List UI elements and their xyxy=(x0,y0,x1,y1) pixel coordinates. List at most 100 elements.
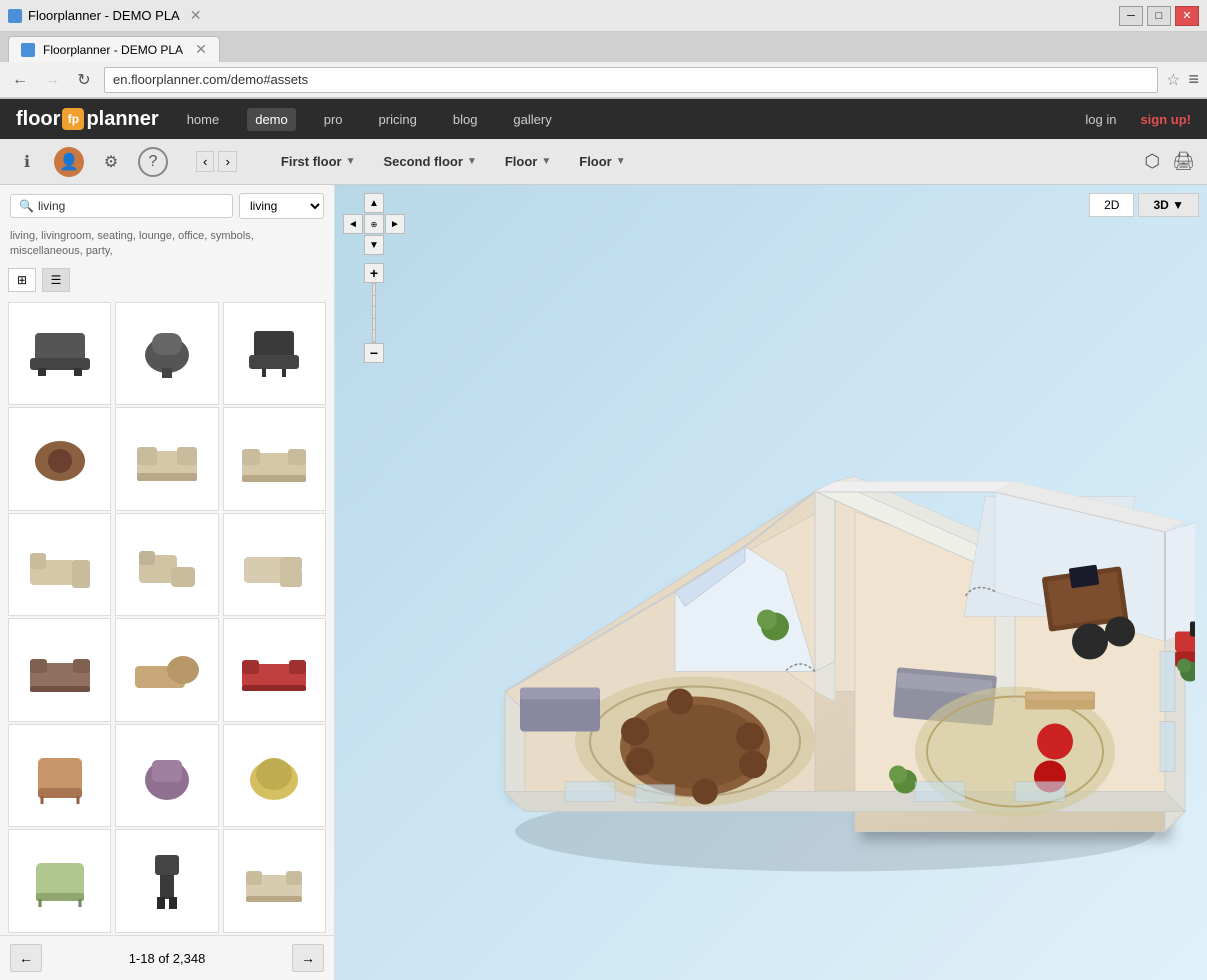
zoom-tick-4 xyxy=(373,319,375,331)
nav-empty-bl xyxy=(343,235,363,255)
zoom-control: + − xyxy=(364,263,384,363)
floor-tab-fourth[interactable]: Floor ▼ xyxy=(567,148,637,175)
canvas-area[interactable]: ▲ ◄ ⊕ ► ▼ + − xyxy=(335,185,1207,980)
floor-tab-first[interactable]: First floor ▼ xyxy=(269,148,368,175)
nav-empty-br xyxy=(385,235,405,255)
nav-down-btn[interactable]: ▼ xyxy=(364,235,384,255)
nav-pro[interactable]: pro xyxy=(316,108,351,131)
share-btn[interactable]: ⬡ xyxy=(1144,151,1160,172)
prev-page-btn[interactable]: ← xyxy=(10,944,42,972)
tags-row: living, livingroom, seating, lounge, off… xyxy=(0,227,334,268)
refresh-btn[interactable]: ↻ xyxy=(72,68,96,92)
logo-text-1: floor xyxy=(16,108,60,131)
back-btn[interactable]: ← xyxy=(8,68,32,92)
search-bar-container: 🔍 living bedroom kitchen bathroom office xyxy=(0,185,334,227)
item-4[interactable] xyxy=(8,407,111,510)
item-3[interactable] xyxy=(223,302,326,405)
item-17[interactable] xyxy=(115,829,218,932)
search-input[interactable] xyxy=(38,199,224,213)
app-nav: floor fp planner home demo pro pricing b… xyxy=(0,99,1207,139)
toolbar: ℹ 👤 ⚙ ? ‹ › First floor ▼ Second floor ▼… xyxy=(0,139,1207,185)
search-input-wrap: 🔍 xyxy=(10,194,233,218)
floor-tab-third[interactable]: Floor ▼ xyxy=(493,148,563,175)
floor-tab-fourth-label: Floor xyxy=(579,154,612,169)
item-7[interactable] xyxy=(8,513,111,616)
floor-tab-first-arrow: ▼ xyxy=(346,156,356,167)
browser-tab[interactable]: Floorplanner - DEMO PLA ✕ xyxy=(8,36,220,62)
item-14[interactable] xyxy=(115,724,218,827)
tab-title: Floorplanner - DEMO PLA xyxy=(28,8,180,23)
floor-tab-third-label: Floor xyxy=(505,154,538,169)
forward-btn[interactable]: → xyxy=(40,68,64,92)
prev-floor-btn[interactable]: ‹ xyxy=(196,151,214,172)
maximize-btn[interactable]: □ xyxy=(1147,6,1171,26)
floor-tab-second[interactable]: Second floor ▼ xyxy=(371,148,488,175)
grid-view-btn[interactable]: ⊞ xyxy=(8,268,36,292)
nav-pricing[interactable]: pricing xyxy=(371,108,425,131)
nav-home[interactable]: home xyxy=(179,108,228,131)
minimize-btn[interactable]: ─ xyxy=(1119,6,1143,26)
print-btn[interactable]: 🖨 xyxy=(1172,151,1195,172)
logo-text-2: planner xyxy=(86,108,158,131)
item-6[interactable] xyxy=(223,407,326,510)
tab-close[interactable]: ✕ xyxy=(195,41,207,58)
nav-center-btn[interactable]: ⊕ xyxy=(364,214,384,234)
nav-empty-tr xyxy=(385,193,405,213)
nav-up-btn[interactable]: ▲ xyxy=(364,193,384,213)
signup-link[interactable]: sign up! xyxy=(1140,112,1191,127)
zoom-out-btn[interactable]: − xyxy=(364,343,384,363)
app-logo: floor fp planner xyxy=(16,108,159,131)
main-layout: 🔍 living bedroom kitchen bathroom office… xyxy=(0,185,1207,980)
view-2d-btn[interactable]: 2D xyxy=(1089,193,1134,217)
title-bar: Floorplanner - DEMO PLA ✕ ─ □ ✕ xyxy=(0,0,1207,32)
browser-menu-icon[interactable]: ≡ xyxy=(1188,69,1199,90)
tab-close-btn[interactable]: ✕ xyxy=(190,7,202,24)
nav-left-btn[interactable]: ◄ xyxy=(343,214,363,234)
address-input[interactable] xyxy=(104,67,1158,93)
item-2[interactable] xyxy=(115,302,218,405)
item-13[interactable] xyxy=(8,724,111,827)
zoom-in-btn[interactable]: + xyxy=(364,263,384,283)
next-page-btn[interactable]: → xyxy=(292,944,324,972)
list-view-btn[interactable]: ☰ xyxy=(42,268,70,292)
user-icon: 👤 xyxy=(59,152,79,172)
settings-icon: ⚙ xyxy=(104,152,118,172)
zoom-bar xyxy=(372,283,376,343)
prev-page-icon: ← xyxy=(19,950,33,966)
nav-demo[interactable]: demo xyxy=(247,108,296,131)
zoom-tick-3 xyxy=(373,307,375,319)
item-18[interactable] xyxy=(223,829,326,932)
view-controls: 2D 3D ▼ xyxy=(1089,193,1199,217)
pagination: ← 1-18 of 2,348 → xyxy=(0,935,334,980)
item-10[interactable] xyxy=(8,618,111,721)
bookmark-icon[interactable]: ☆ xyxy=(1166,70,1180,90)
tab-label: Floorplanner - DEMO PLA xyxy=(43,43,183,57)
item-5[interactable] xyxy=(115,407,218,510)
item-16[interactable] xyxy=(8,829,111,932)
item-9[interactable] xyxy=(223,513,326,616)
next-floor-btn[interactable]: › xyxy=(218,151,236,172)
logo-icon: fp xyxy=(62,108,84,130)
info-icon: ℹ xyxy=(24,152,30,172)
nav-right-btn[interactable]: ► xyxy=(385,214,405,234)
floorplan-svg xyxy=(435,271,1195,891)
item-11[interactable] xyxy=(115,618,218,721)
floor-tab-second-arrow: ▼ xyxy=(467,156,477,167)
nav-blog[interactable]: blog xyxy=(445,108,486,131)
nav-gallery[interactable]: gallery xyxy=(505,108,559,131)
item-15[interactable] xyxy=(223,724,326,827)
info-icon-btn[interactable]: ℹ xyxy=(12,147,42,177)
login-link[interactable]: log in xyxy=(1077,108,1124,131)
user-icon-btn[interactable]: 👤 xyxy=(54,147,84,177)
view-3d-label: 3D ▼ xyxy=(1153,198,1184,212)
item-8[interactable] xyxy=(115,513,218,616)
floor-tab-second-label: Second floor xyxy=(383,154,462,169)
settings-icon-btn[interactable]: ⚙ xyxy=(96,147,126,177)
close-btn[interactable]: ✕ xyxy=(1175,6,1199,26)
item-1[interactable] xyxy=(8,302,111,405)
help-icon-btn[interactable]: ? xyxy=(138,147,168,177)
item-12[interactable] xyxy=(223,618,326,721)
category-select[interactable]: living bedroom kitchen bathroom office xyxy=(239,193,324,219)
view-3d-btn[interactable]: 3D ▼ xyxy=(1138,193,1199,217)
search-icon: 🔍 xyxy=(19,199,34,213)
